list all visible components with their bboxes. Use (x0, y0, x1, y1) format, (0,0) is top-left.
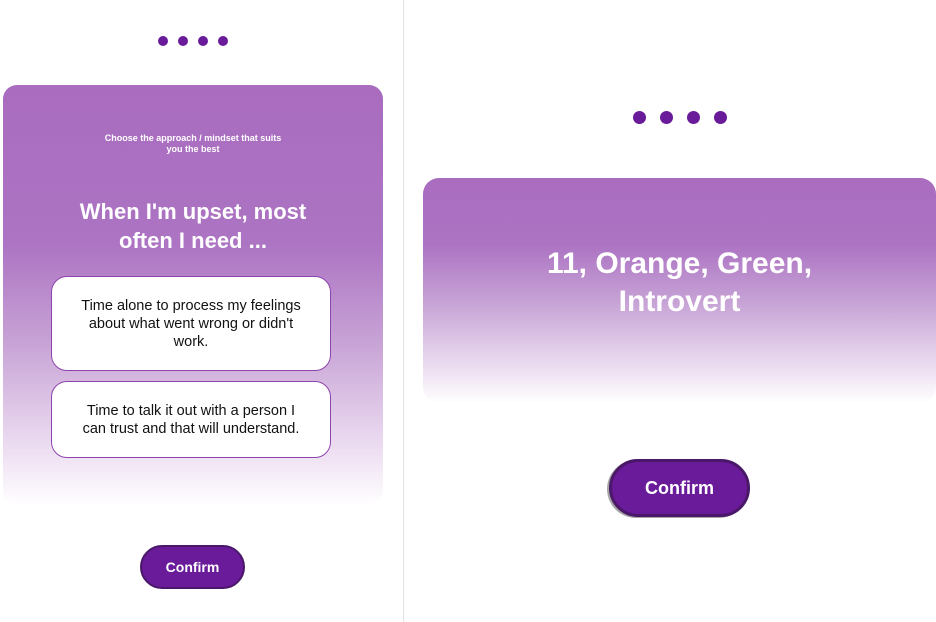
progress-dot (660, 111, 673, 124)
progress-dots-right (633, 111, 727, 124)
confirm-button-right[interactable]: Confirm (609, 459, 750, 517)
progress-dots-left (158, 36, 228, 46)
answer-option-line: can trust and that will understand. (82, 420, 300, 437)
instruction-line: Choose the approach / mindset that suits (104, 133, 282, 143)
answer-option-line: Time alone to process my feelings (81, 297, 301, 314)
progress-dot (198, 36, 208, 46)
question-line: often I need ... (119, 228, 267, 253)
instruction-text: Choose the approach / mindset that suits… (3, 133, 383, 155)
result-text: 11, Orange, Green, Introvert (423, 245, 936, 321)
answer-option-talk[interactable]: Time to talk it out with a person I can … (51, 381, 331, 458)
answer-option-text: Time to talk it out with a person I can … (83, 402, 300, 438)
result-line: Introvert (618, 285, 741, 318)
panel-divider (403, 0, 404, 622)
result-card: 11, Orange, Green, Introvert (423, 178, 936, 403)
answer-option-line: about what went wrong or didn't (88, 315, 294, 332)
answer-option-line: Time to talk it out with a person I (86, 402, 296, 419)
question-line: When I'm upset, most (79, 199, 307, 224)
progress-dot (158, 36, 168, 46)
progress-dot (218, 36, 228, 46)
question-title: When I'm upset, most often I need ... (3, 197, 383, 255)
progress-dot (178, 36, 188, 46)
progress-dot (714, 111, 727, 124)
question-card: Choose the approach / mindset that suits… (3, 85, 383, 505)
instruction-line: you the best (166, 144, 220, 154)
answer-option-line: work. (173, 333, 209, 350)
progress-dot (633, 111, 646, 124)
confirm-button-left[interactable]: Confirm (140, 545, 245, 589)
result-line: 11, Orange, Green, (546, 247, 813, 280)
progress-dot (687, 111, 700, 124)
answer-option-text: Time alone to process my feelings about … (81, 297, 300, 351)
answer-option-alone[interactable]: Time alone to process my feelings about … (51, 276, 331, 371)
